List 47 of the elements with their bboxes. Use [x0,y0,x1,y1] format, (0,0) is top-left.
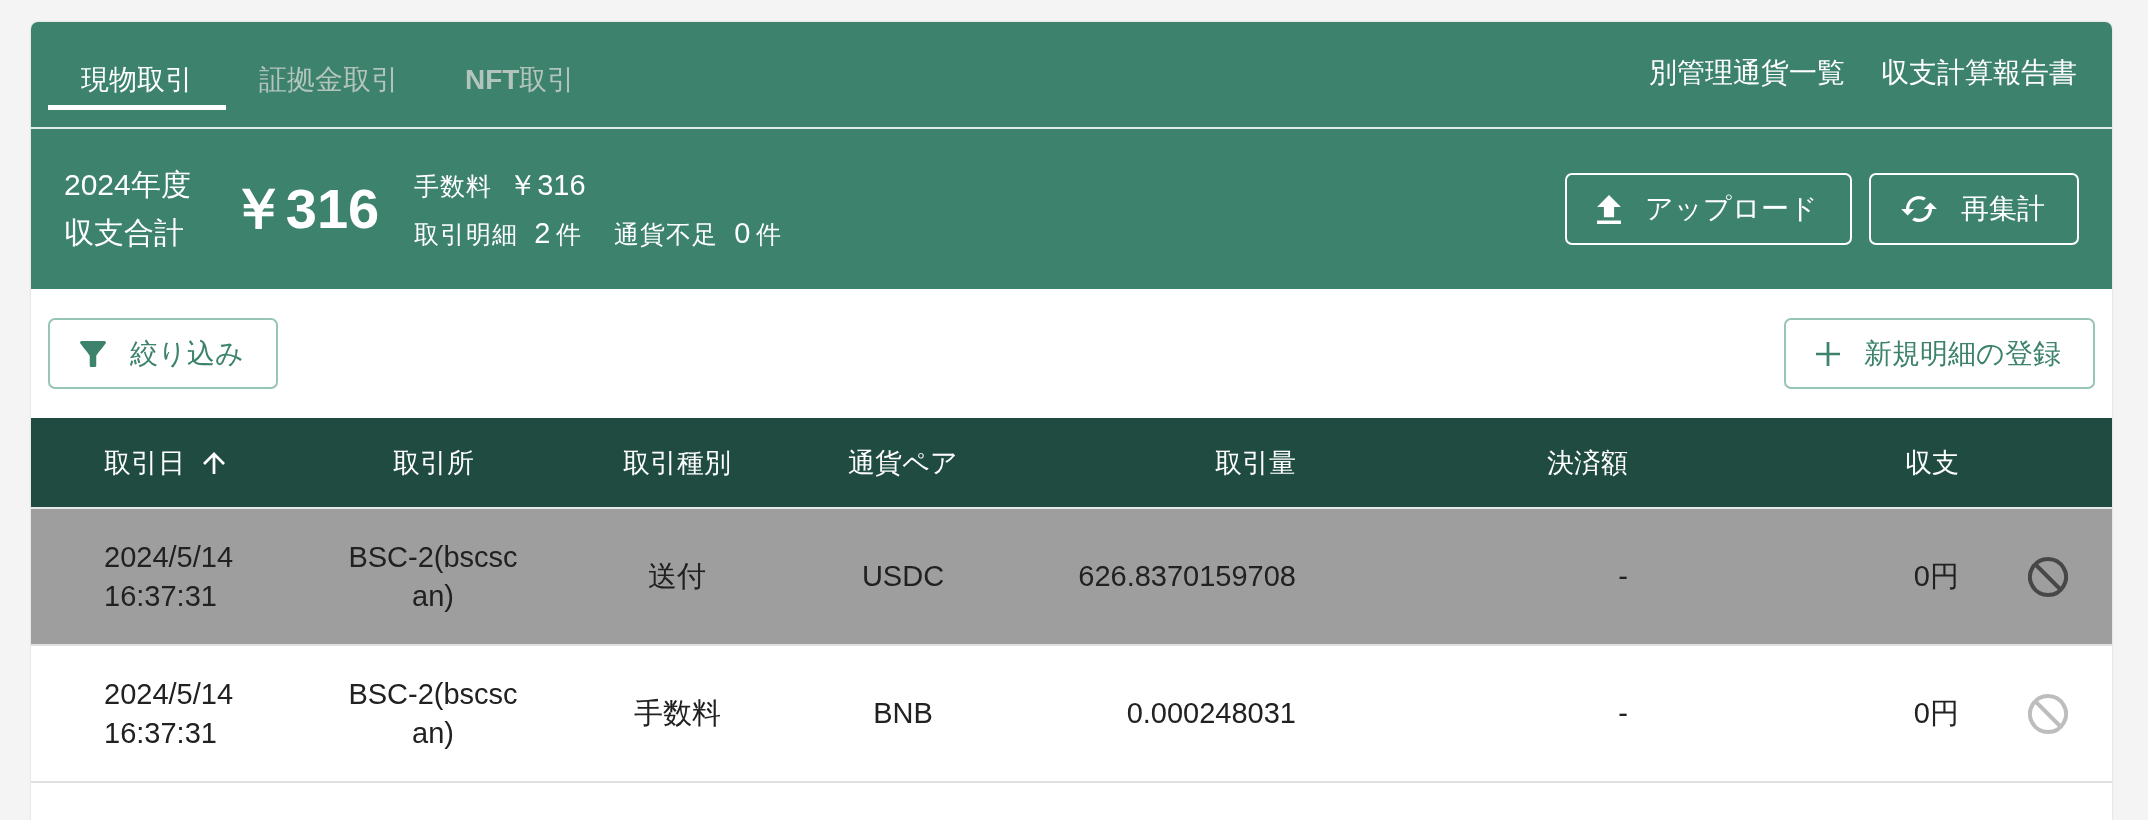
table-cell-text: USDC [861,559,945,594]
table-cell-text: 0.000248031 [1126,696,1296,731]
stat-label: 取引明細 [414,219,519,250]
stat-value: 2 [534,216,551,251]
table-cell-text: BNB [873,696,933,731]
add-entry-button[interactable]: 新規明細の登録 [1784,318,2095,389]
upload-button[interactable]: アップロード [1565,173,1852,245]
column-header[interactable]: 取引日 [104,444,225,481]
tab[interactable]: 証拠金取引 [226,40,432,110]
recalculate-button[interactable]: 再集計 [1869,173,2079,245]
table-cell-text: 2024/5/14 16:37:31 [104,676,233,751]
tab[interactable]: NFT取引 [432,40,609,110]
tab[interactable]: 現物取引 [48,40,226,110]
stat-unit: 件 [756,219,782,250]
column-header[interactable]: 通貨ペア [848,444,958,481]
ban-icon[interactable] [2028,693,2068,734]
table-cell-text: 0円 [1913,696,1959,731]
header-link[interactable]: 別管理通貨一覧 [1649,54,1845,92]
stat-unit: 件 [556,219,582,250]
stat-label: 通貨不足 [614,219,719,250]
upload-icon [1597,194,1621,224]
table-cell-text: 送付 [648,559,706,594]
filter-icon [80,340,106,367]
total-label: 収支合計 [64,215,185,251]
stat-value: ￥316 [508,168,586,203]
stat-label: 手数料 [414,171,493,202]
column-header[interactable]: 取引種別 [623,444,731,481]
column-header[interactable]: 収支 [1905,444,1959,481]
column-header[interactable]: 決済額 [1547,444,1628,481]
period-label: 2024年度 [64,167,191,203]
table-cell-text: BSC-2(bscscan) [347,539,519,614]
filter-button[interactable]: 絞り込み [48,318,278,389]
ban-icon[interactable] [2028,556,2068,597]
table-cell-text: - [1618,559,1628,594]
refresh-icon [1901,196,1937,222]
column-header[interactable]: 取引量 [1215,444,1296,481]
table-cell-text: 626.8370159708 [1078,559,1296,594]
column-header[interactable]: 取引所 [392,444,474,481]
stat-value: 0 [734,216,751,251]
table-cell-text: 0円 [1913,559,1959,594]
total-amount: ￥316 [229,176,380,242]
table-cell-text: - [1618,696,1628,731]
table-cell-text: BSC-2(bscscan) [347,676,519,751]
table-cell-text: 2024/5/14 16:37:31 [104,539,233,614]
table-cell-text: 手数料 [633,696,721,731]
header-link[interactable]: 収支計算報告書 [1881,54,2077,92]
plus-icon [1816,341,1840,366]
